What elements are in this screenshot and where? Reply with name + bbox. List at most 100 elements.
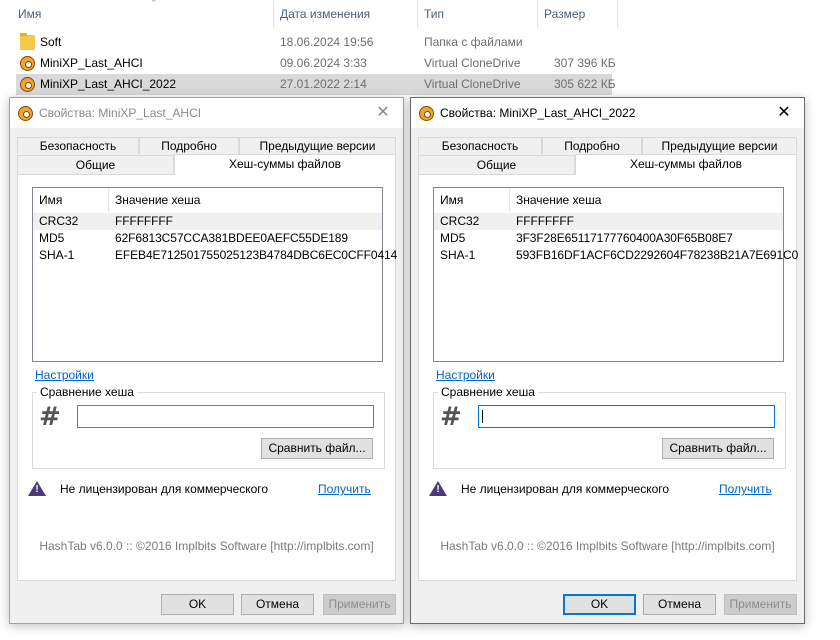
- folder-icon: [20, 33, 35, 50]
- header-divider[interactable]: [509, 188, 510, 212]
- close-button[interactable]: ✕: [764, 98, 804, 128]
- file-explorer-list: Имя ⌃ Дата изменения Тип Размер Soft 18.…: [0, 0, 840, 100]
- settings-link[interactable]: Настройки: [436, 368, 495, 382]
- properties-dialog-minixp-last-ahci-2022: Свойства: MiniXP_Last_AHCI_2022 ✕ Безопа…: [410, 97, 805, 624]
- hash-compare-input[interactable]: [77, 405, 374, 428]
- hash-row-md5[interactable]: MD5 62F6813C57CCA381BDEE0AEFC55DE189: [33, 230, 382, 247]
- hash-algo: SHA-1: [440, 248, 476, 262]
- warning-mark: !: [35, 484, 39, 495]
- header-name[interactable]: Имя: [440, 188, 463, 212]
- hash-value: FFFFFFFF: [115, 214, 173, 228]
- virtual-clonedrive-icon: [18, 106, 33, 121]
- cancel-button[interactable]: Отмена: [643, 594, 716, 615]
- file-date: 27.01.2022 2:14: [280, 77, 367, 91]
- text-caret: [482, 410, 483, 423]
- hash-row-sha1[interactable]: SHA-1 EFEB4E712501755025123B4784DBC6EC0C…: [33, 247, 397, 264]
- hash-list-header: Имя Значение хеша: [434, 188, 783, 212]
- hash-icon: #: [39, 402, 61, 432]
- header-hash-value[interactable]: Значение хеша: [516, 188, 601, 212]
- tab-previous-versions[interactable]: Предыдущие версии: [642, 137, 797, 154]
- properties-dialog-minixp-last-ahci: Свойства: MiniXP_Last_AHCI ✕ Безопасност…: [9, 97, 404, 624]
- dialog-titlebar[interactable]: Свойства: MiniXP_Last_AHCI_2022 ✕: [411, 98, 804, 128]
- license-text: Не лицензирован для коммерческого: [60, 482, 269, 496]
- file-size: 305 622 КБ: [554, 77, 616, 91]
- file-name: Soft: [40, 35, 62, 49]
- warning-mark: !: [436, 484, 440, 495]
- hash-compare-label: Сравнение хеша: [438, 385, 538, 399]
- get-license-link[interactable]: Получить: [318, 482, 371, 496]
- hashtab-footer: HashTab v6.0.0 :: ©2016 Implbits Softwar…: [39, 539, 374, 553]
- hashtab-footer: HashTab v6.0.0 :: ©2016 Implbits Softwar…: [440, 539, 775, 553]
- hash-algo: CRC32: [39, 214, 79, 228]
- hash-row-sha1[interactable]: SHA-1 593FB16DF1ACF6CD2292604F78238B21A7…: [434, 247, 798, 264]
- tab-details[interactable]: Подробно: [542, 137, 642, 154]
- hash-value: 62F6813C57CCA381BDEE0AEFC55DE189: [115, 231, 348, 245]
- hash-algo: SHA-1: [39, 248, 75, 262]
- hash-compare-input[interactable]: [478, 405, 775, 428]
- tab-file-hashes[interactable]: Хеш-суммы файлов: [575, 154, 797, 175]
- file-date: 18.06.2024 19:56: [280, 35, 374, 49]
- tab-security[interactable]: Безопасность: [418, 137, 542, 154]
- column-header-name[interactable]: Имя ⌃: [12, 0, 274, 28]
- ok-button[interactable]: OK: [161, 594, 234, 615]
- column-header-type[interactable]: Тип: [418, 0, 538, 28]
- hash-list[interactable]: Имя Значение хеша CRC32 FFFFFFFF MD5 3F3…: [433, 187, 798, 362]
- virtual-clonedrive-icon: [419, 106, 434, 121]
- hash-list-header: Имя Значение хеша: [33, 188, 382, 212]
- hash-row-crc32[interactable]: CRC32 FFFFFFFF: [434, 213, 783, 230]
- hash-icon: #: [440, 402, 462, 432]
- ok-button[interactable]: OK: [563, 594, 636, 615]
- apply-button[interactable]: Применить: [323, 594, 396, 615]
- sort-ascending-icon: ⌃: [150, 0, 158, 8]
- tab-security[interactable]: Безопасность: [17, 137, 139, 154]
- hash-row-md5[interactable]: MD5 3F3F28E65117177760400A30F65B08E7: [434, 230, 783, 247]
- hash-algo: CRC32: [440, 214, 480, 228]
- hash-algo: MD5: [440, 231, 466, 245]
- settings-link[interactable]: Настройки: [35, 368, 94, 382]
- header-name[interactable]: Имя: [39, 188, 62, 212]
- dialog-title: Свойства: MiniXP_Last_AHCI: [39, 106, 202, 120]
- file-type: Virtual CloneDrive: [424, 77, 521, 91]
- column-header-size[interactable]: Размер: [538, 0, 618, 28]
- file-row-minixp-last-ahci-2022[interactable]: MiniXP_Last_AHCI_2022 27.01.2022 2:14 Vi…: [16, 74, 616, 95]
- file-name: MiniXP_Last_AHCI_2022: [40, 77, 177, 91]
- close-button[interactable]: ✕: [363, 98, 403, 128]
- hash-value: 3F3F28E65117177760400A30F65B08E7: [516, 231, 733, 245]
- license-text: Не лицензирован для коммерческого: [461, 482, 670, 496]
- get-license-link[interactable]: Получить: [719, 482, 772, 496]
- tab-general[interactable]: Общие: [418, 155, 575, 174]
- hash-value: 593FB16DF1ACF6CD2292604F78238B21A7E691C0: [516, 248, 799, 262]
- tab-panel-file-hashes: Имя Значение хеша CRC32 FFFFFFFF MD5 3F3…: [418, 174, 798, 581]
- hash-list[interactable]: Имя Значение хеша CRC32 FFFFFFFF MD5 62F…: [32, 187, 397, 362]
- compare-file-button[interactable]: Сравнить файл...: [261, 438, 373, 459]
- column-header-type-label: Тип: [424, 7, 445, 21]
- hash-row-crc32[interactable]: CRC32 FFFFFFFF: [33, 213, 382, 230]
- tab-previous-versions[interactable]: Предыдущие версии: [239, 137, 396, 154]
- tab-panel-file-hashes: Имя Значение хеша CRC32 FFFFFFFF MD5 62F…: [17, 174, 397, 581]
- hash-value: EFEB4E712501755025123B4784DBC6EC0CFF0414: [115, 248, 398, 262]
- tab-general[interactable]: Общие: [17, 155, 174, 174]
- hash-compare-group: Сравнение хеша # Сравнить файл...: [32, 385, 385, 469]
- column-header-date[interactable]: Дата изменения: [274, 0, 418, 28]
- file-name: MiniXP_Last_AHCI: [40, 56, 143, 70]
- tab-file-hashes[interactable]: Хеш-суммы файлов: [174, 154, 396, 175]
- hash-algo: MD5: [39, 231, 65, 245]
- cancel-button[interactable]: Отмена: [241, 594, 314, 615]
- header-hash-value[interactable]: Значение хеша: [115, 188, 200, 212]
- file-size: 307 396 КБ: [554, 56, 616, 70]
- apply-button[interactable]: Применить: [724, 594, 797, 615]
- file-date: 09.06.2024 3:33: [280, 56, 367, 70]
- column-header-size-label: Размер: [544, 7, 586, 21]
- dialog-title: Свойства: MiniXP_Last_AHCI_2022: [440, 106, 636, 120]
- compare-file-button[interactable]: Сравнить файл...: [662, 438, 774, 459]
- tab-details[interactable]: Подробно: [139, 137, 239, 154]
- column-header-date-label: Дата изменения: [280, 7, 371, 21]
- header-divider[interactable]: [108, 188, 109, 212]
- file-type: Папка с файлами: [424, 35, 523, 49]
- virtual-clonedrive-icon: [20, 56, 35, 71]
- virtual-clonedrive-icon: [20, 77, 35, 92]
- dialog-titlebar[interactable]: Свойства: MiniXP_Last_AHCI ✕: [10, 98, 403, 128]
- file-row-soft[interactable]: Soft 18.06.2024 19:56 Папка с файлами: [16, 32, 612, 53]
- hash-compare-group: Сравнение хеша # Сравнить файл...: [433, 385, 786, 469]
- file-row-minixp-last-ahci[interactable]: MiniXP_Last_AHCI 09.06.2024 3:33 Virtual…: [16, 53, 616, 74]
